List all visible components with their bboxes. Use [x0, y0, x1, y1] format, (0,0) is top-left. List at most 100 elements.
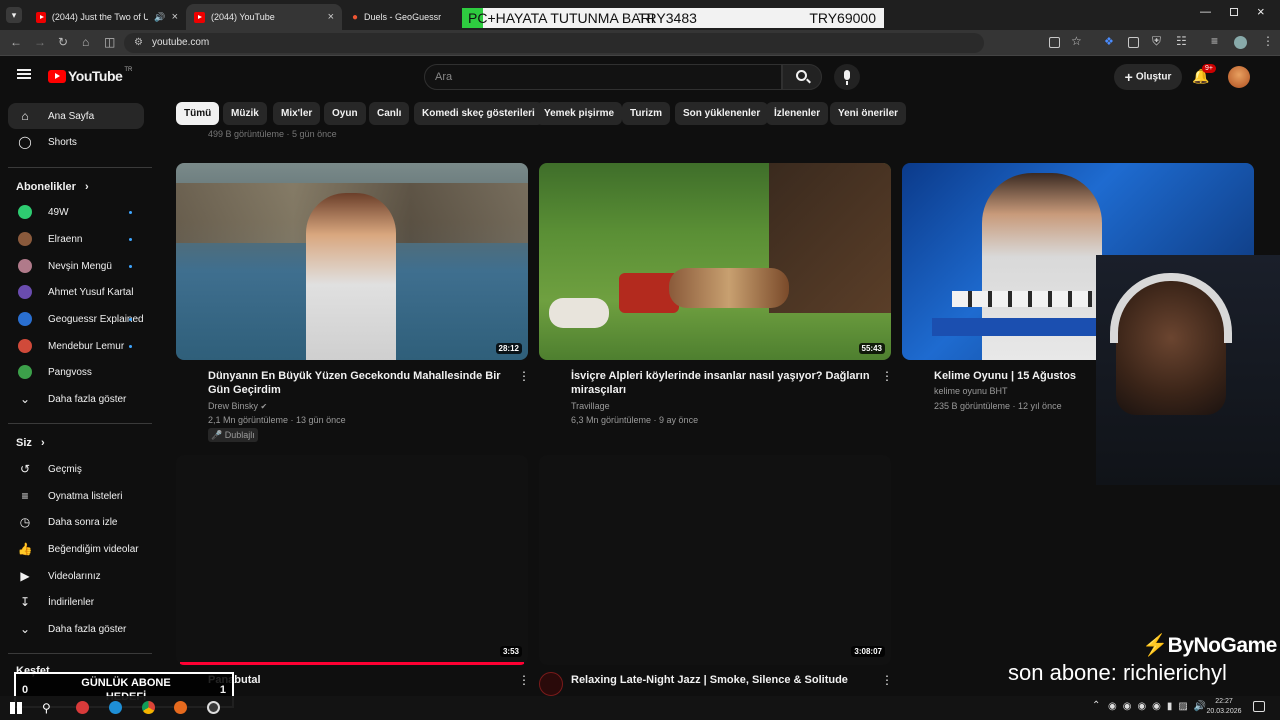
chip-all[interactable]: Tümü [176, 102, 220, 125]
video-thumbnail[interactable]: 3:53 [176, 455, 528, 665]
subscription-item[interactable]: Elraenn [8, 226, 144, 252]
browser-menu-icon[interactable]: ⋮ [1262, 34, 1274, 48]
video-options-icon[interactable]: ⋮ [881, 673, 893, 687]
chip-live[interactable]: Canlı [369, 102, 410, 125]
chip-tourism[interactable]: Turizm [622, 102, 671, 125]
sidebar-divider [8, 167, 152, 168]
install-app-icon[interactable] [1049, 37, 1060, 48]
subscription-label: Ahmet Yusuf Kartal [48, 286, 134, 298]
subscription-item[interactable]: Nevşin Mengü [8, 253, 144, 279]
sidebar-toggle-icon[interactable]: ◫ [104, 35, 115, 49]
bynogame-logo: ⚡ByNoGame [1142, 634, 1277, 658]
avatar [18, 339, 32, 353]
subscription-item[interactable]: Ahmet Yusuf Kartal [8, 279, 144, 305]
tab-music[interactable]: (2044) Just the Two of Us ( 🔊 × [28, 4, 186, 30]
taskbar-clock[interactable]: 22:27 20.03.2026 [1204, 697, 1244, 717]
profile-icon[interactable] [1234, 36, 1247, 49]
chip-new-to-you[interactable]: Yeni öneriler [830, 102, 907, 125]
tab-youtube[interactable]: (2044) YouTube × [186, 4, 342, 30]
sidebar-item-playlists[interactable]: ≡ Oynatma listeleri [8, 483, 144, 509]
video-channel[interactable]: kelime oyunu BHT [934, 384, 1008, 398]
tab-list-button[interactable]: ▾ [6, 7, 22, 23]
close-window-icon[interactable]: × [1257, 4, 1265, 19]
taskbar-search-icon[interactable]: ⚲ [42, 701, 51, 715]
video-thumbnail[interactable]: 55:43 [539, 163, 891, 360]
reload-icon[interactable]: ↻ [58, 35, 68, 49]
tray-icons[interactable]: ◉◉◉◉▮▨🔊 [1108, 701, 1212, 712]
video-options-icon[interactable]: ⋮ [518, 673, 530, 687]
voice-search-button[interactable] [834, 64, 860, 90]
sidebar-item-your-videos[interactable]: ▶ Videolarınız [8, 563, 144, 589]
video-channel[interactable]: Travillage [571, 399, 610, 413]
close-tab-icon[interactable]: × [172, 11, 178, 23]
back-icon[interactable]: ← [10, 35, 22, 49]
chip-mixes[interactable]: Mix'ler [273, 102, 321, 125]
subscription-label: Nevşin Mengü [48, 260, 112, 272]
video-title[interactable]: Kelime Oyunu | 15 Ağustos [934, 369, 1104, 383]
chip-gaming[interactable]: Oyun [324, 102, 366, 125]
sidebar-item-downloads[interactable]: ↧ İndirilenler [8, 589, 144, 615]
notifications-button[interactable]: 🔔 9+ [1192, 64, 1216, 88]
sidebar-item-liked[interactable]: 👍 Beğendiğim videolar [8, 536, 144, 562]
video-title[interactable]: Relaxing Late-Night Jazz | Smoke, Silenc… [571, 673, 848, 687]
taskbar-obs-icon[interactable] [207, 701, 220, 714]
close-tab-icon[interactable]: × [328, 11, 334, 23]
restore-icon[interactable] [1230, 8, 1238, 16]
subscription-item[interactable]: Geoguessr Explained [8, 306, 144, 332]
taskbar-firefox-icon[interactable] [174, 701, 187, 714]
video-options-icon[interactable]: ⋮ [518, 369, 530, 383]
extension-bluetooth-icon[interactable]: ❖ [1104, 35, 1114, 48]
clock-date: 20.03.2026 [1206, 708, 1242, 715]
sidebar-item-home[interactable]: ⌂ Ana Sayfa [8, 103, 144, 129]
video-meta: 6,3 Mn görüntüleme · 9 ay önce [571, 415, 699, 425]
create-button[interactable]: + Oluştur [1114, 64, 1182, 90]
channel-avatar [18, 312, 32, 326]
subscription-item[interactable]: 49W [8, 199, 144, 225]
subscriptions-header[interactable]: Abonelikler › [16, 181, 89, 193]
tray-chevron-up-icon[interactable]: ⌃ [1092, 700, 1100, 711]
reading-list-icon[interactable]: ≡ [1211, 34, 1218, 48]
account-avatar[interactable] [1228, 66, 1250, 88]
chip-music[interactable]: Müzik [223, 102, 267, 125]
windows-start-icon[interactable] [10, 702, 22, 714]
taskbar-chrome-icon[interactable] [142, 701, 155, 714]
search-button[interactable] [782, 64, 822, 90]
subscription-item[interactable]: Pangvoss [8, 359, 144, 385]
you-show-more[interactable]: ⌄ Daha fazla göster [8, 616, 144, 642]
extension-screen-icon[interactable] [1128, 37, 1139, 48]
extensions-puzzle-icon[interactable]: ☷ [1176, 34, 1187, 48]
home-button-icon[interactable]: ⌂ [82, 35, 89, 49]
channel-avatar[interactable] [539, 672, 563, 696]
extension-shield-icon[interactable]: ⛨ [1152, 34, 1161, 49]
sidebar-item-shorts[interactable]: ◯ Shorts [8, 129, 144, 155]
tab-geoguessr[interactable]: ● Duels - GeoGuessr [344, 4, 459, 30]
video-title[interactable]: Dünyanın En Büyük Yüzen Gecekondu Mahall… [208, 369, 508, 397]
bookmark-star-icon[interactable]: ☆ [1071, 34, 1082, 48]
video-options-icon[interactable]: ⋮ [881, 369, 893, 383]
taskbar-edge-icon[interactable] [109, 701, 122, 714]
minimize-icon[interactable]: — [1200, 6, 1211, 18]
taskbar-app-icon[interactable] [76, 701, 89, 714]
chip-watched[interactable]: İzlenenler [766, 102, 829, 125]
subscription-item[interactable]: Mendebur Lemur [8, 333, 144, 359]
subscriptions-show-more[interactable]: ⌄ Daha fazla göster [8, 386, 144, 412]
video-channel[interactable]: Drew Binsky ✔ [208, 399, 267, 414]
youtube-logo[interactable]: YouTube TR [48, 67, 132, 84]
forward-icon[interactable]: → [34, 35, 46, 49]
video-title[interactable]: İsviçre Alpleri köylerinde insanlar nası… [571, 369, 871, 397]
playlist-icon: ≡ [21, 489, 29, 503]
speaker-icon[interactable]: 🔊 [154, 12, 165, 23]
site-info-icon[interactable]: ⚙ [134, 33, 143, 53]
notification-center-icon[interactable] [1253, 701, 1265, 712]
sidebar-item-watch-later[interactable]: ◷ Daha sonra izle [8, 509, 144, 535]
video-duration: 55:43 [858, 343, 885, 354]
you-header[interactable]: Siz › [16, 437, 45, 449]
search-input[interactable]: Ara [424, 64, 782, 90]
sidebar-item-history[interactable]: ↺ Geçmiş [8, 456, 144, 482]
chip-comedy[interactable]: Komedi skeç gösterileri [414, 102, 543, 125]
video-thumbnail[interactable]: 28:12 [176, 163, 528, 360]
url-field[interactable]: ⚙ youtube.com [124, 33, 984, 53]
chip-recently-uploaded[interactable]: Son yüklenenler [675, 102, 769, 125]
chip-cooking[interactable]: Yemek pişirme [536, 102, 623, 125]
video-thumbnail[interactable]: 3:08:07 [539, 455, 891, 665]
